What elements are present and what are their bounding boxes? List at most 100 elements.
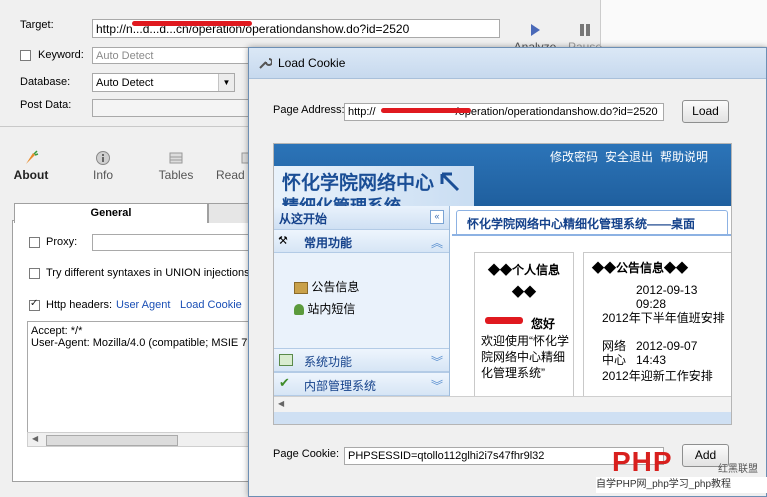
tables-button[interactable]: Tables <box>152 150 200 182</box>
section-common-label: 常用功能 <box>304 236 353 250</box>
chevron-down-icon[interactable]: ▼ <box>218 74 234 91</box>
database-label: Database: <box>20 76 71 88</box>
chevron-down-icon[interactable]: ︾ <box>431 353 443 370</box>
http-headers-checkbox[interactable] <box>29 298 40 311</box>
chevron-down-icon[interactable]: ︾ <box>431 377 443 394</box>
user-icon <box>294 304 304 316</box>
read-label: Read <box>216 168 245 182</box>
sidebar-section-common[interactable]: ⚒ 常用功能 ︽ <box>274 229 449 253</box>
tab-second[interactable] <box>208 203 252 223</box>
notice-time-1: 09:28 <box>636 297 667 311</box>
page-address-suffix: /operation/operationdanshow.do?id=2520 <box>455 106 658 118</box>
section-internal-label: 内部管理系统 <box>304 379 377 393</box>
arrow-logo-icon <box>440 172 460 195</box>
page-address-label: Page Address: <box>273 104 345 116</box>
carrot-icon <box>23 150 39 166</box>
postdata-label: Post Data: <box>20 99 72 111</box>
right-pane-edge <box>600 0 767 46</box>
watermark: PHP 红黑联盟 自学PHP网_php学习_php教程 <box>596 446 767 497</box>
info-label: Info <box>92 168 113 182</box>
chevron-up-icon[interactable]: ︽ <box>431 234 443 251</box>
load-cookie-link[interactable]: Load Cookie <box>180 299 242 311</box>
folder-icon <box>294 281 308 294</box>
tools-icon: ⚒ <box>278 235 288 247</box>
redaction-mark <box>132 21 252 26</box>
play-icon <box>527 22 543 38</box>
greeting: 您好 <box>531 317 556 331</box>
about-button[interactable]: About <box>8 150 54 182</box>
scroll-thumb[interactable] <box>46 435 178 446</box>
wrench-icon <box>258 56 273 73</box>
sidebar-head: 从这开始 « <box>274 206 449 230</box>
banner-title: 怀化学院网络中心 <box>282 173 435 194</box>
notice-date-2: 2012-09-07 <box>636 339 698 353</box>
notice-time-2: 14:43 <box>636 353 667 367</box>
load-cookie-dialog: Load Cookie Page Address: http:// /operat… <box>248 47 767 497</box>
notice-text-1[interactable]: 2012年下半年值班安排 <box>602 311 731 325</box>
sidebar-section-system[interactable]: 系统功能 ︾ <box>274 348 449 372</box>
load-button[interactable]: Load <box>682 100 729 123</box>
web-preview: 修改密码 安全退出 帮助说明 怀化学院网络中心 精细化管理系统 从这开始 « ⚒… <box>273 143 732 425</box>
banner-subtitle: 精细化管理系统 <box>282 192 401 206</box>
postdata-input[interactable] <box>92 99 252 117</box>
database-select[interactable]: Auto Detect ▼ <box>92 73 235 92</box>
collapse-icon[interactable]: « <box>430 210 444 224</box>
scroll-left-icon[interactable]: ◀ <box>32 434 38 443</box>
toplink-help[interactable]: 帮助说明 <box>660 148 708 165</box>
check-icon: ✔ <box>279 375 290 390</box>
sidebar-item-messages-label: 站内短信 <box>307 302 356 316</box>
notice-source: 网络中心 <box>602 339 627 367</box>
about-label: About <box>13 168 49 182</box>
desk-tab-label: 怀化学院网络中心精细化管理系统——桌面 <box>467 217 696 231</box>
section-system-label: 系统功能 <box>304 355 353 369</box>
redaction-mark <box>381 108 471 113</box>
keyword-checkbox[interactable] <box>20 50 31 61</box>
keyword-input[interactable]: Auto Detect <box>92 47 252 64</box>
database-value: Auto Detect <box>96 77 154 89</box>
headers-textarea[interactable]: Accept: */* User-Agent: Mozilla/4.0 (com… <box>27 321 257 447</box>
sidebar-item-notice-label: 公告信息 <box>311 280 360 294</box>
user-agent-link[interactable]: User Agent <box>116 299 170 311</box>
web-sidebar: 从这开始 « ⚒ 常用功能 ︽ 公告信息 站内短信 系统功能 ︾ ✔ 内部管理系… <box>274 206 450 396</box>
tab-general[interactable]: General <box>14 203 208 223</box>
table-icon <box>168 150 184 166</box>
headers-line-useragent: User-Agent: Mozilla/4.0 (compatible; MSI… <box>31 337 257 349</box>
horizontal-scrollbar[interactable]: ◀ <box>27 432 252 447</box>
web-scroll-band <box>274 412 731 424</box>
page-cookie-label: Page Cookie: <box>273 448 340 460</box>
pause-icon <box>577 22 593 38</box>
info-button[interactable]: Info <box>80 150 126 182</box>
toplink-change-password[interactable]: 修改密码 <box>550 148 598 165</box>
page-address-prefix: http:// <box>348 106 376 118</box>
notice-panel: ◆◆公告信息◆◆ 2012-09-13 09:28 2012年下半年值班安排 网… <box>583 252 731 404</box>
dialog-title-bar[interactable]: Load Cookie <box>249 48 766 79</box>
sidebar-item-messages[interactable]: 站内短信 <box>294 300 355 317</box>
personal-info-title: ◆◆个人信息◆◆ <box>487 263 560 299</box>
syntax-label: Try different syntaxes in UNION injectio… <box>46 267 253 279</box>
dialog-title: Load Cookie <box>278 56 346 70</box>
syntax-checkbox[interactable] <box>29 268 40 279</box>
watermark-text: 自学PHP网_php学习_php教程 <box>596 477 767 493</box>
watermark-logo: PHP <box>612 446 673 477</box>
proxy-input[interactable] <box>92 234 250 251</box>
desk-tab[interactable]: 怀化学院网络中心精细化管理系统——桌面 <box>456 210 728 235</box>
info-icon <box>95 150 111 166</box>
web-header: 修改密码 安全退出 帮助说明 怀化学院网络中心 精细化管理系统 <box>274 144 731 206</box>
divider <box>0 126 250 127</box>
notice-text-2[interactable]: 2012年迎新工作安排 <box>602 367 731 384</box>
redaction-mark <box>485 317 523 324</box>
watermark-side: 红黑联盟 <box>718 464 758 475</box>
proxy-checkbox[interactable] <box>29 237 40 248</box>
target-label: Target: <box>20 19 54 31</box>
toplink-logout[interactable]: 安全退出 <box>605 148 653 165</box>
personal-info-panel: ◆◆个人信息◆◆ 您好 欢迎使用“怀化学院网络中心精细化管理系统” <box>474 252 574 404</box>
sidebar-head-label: 从这开始 <box>279 212 328 226</box>
http-headers-label: Http headers: <box>46 299 113 311</box>
notice-date-1: 2012-09-13 <box>636 283 698 297</box>
sidebar-section-internal[interactable]: ✔ 内部管理系统 ︾ <box>274 372 449 396</box>
web-scrollbar-top[interactable]: ◀ <box>274 396 731 413</box>
sidebar-item-notice[interactable]: 公告信息 <box>294 278 359 295</box>
grid-icon <box>279 354 293 366</box>
headers-line-accept: Accept: */* <box>31 325 83 337</box>
scroll-left-icon[interactable]: ◀ <box>278 399 284 408</box>
